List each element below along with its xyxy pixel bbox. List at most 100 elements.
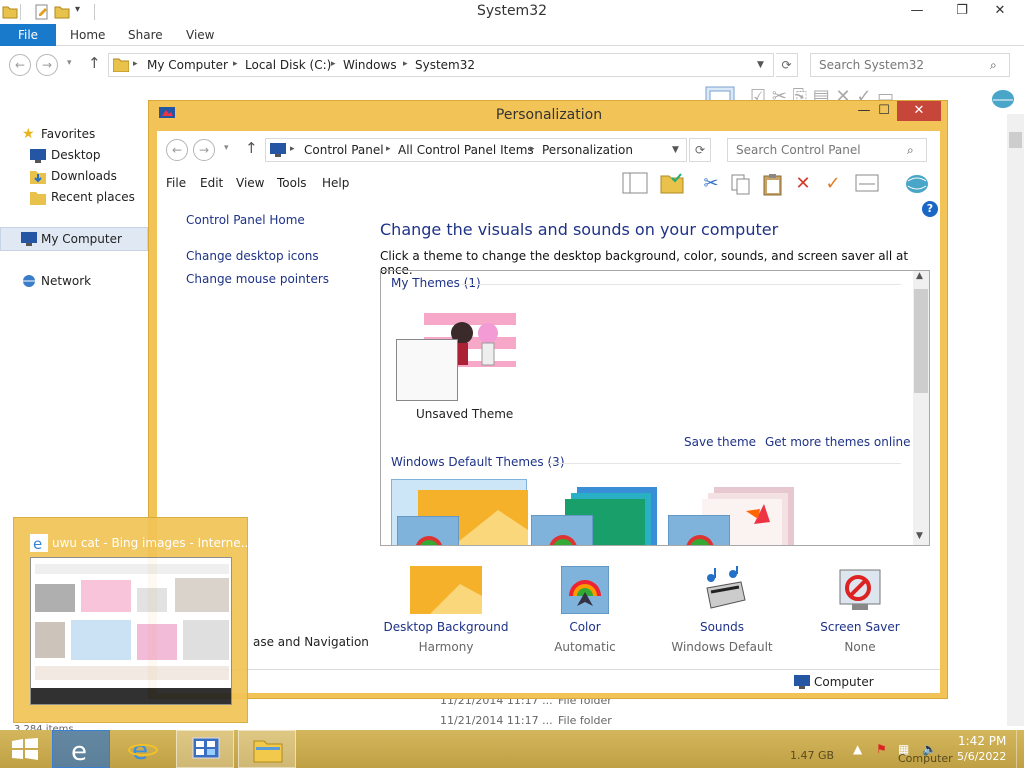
volume-icon[interactable]: 🔈 <box>922 742 937 756</box>
taskbar-control-panel[interactable] <box>176 730 234 768</box>
folder-check-icon[interactable] <box>660 172 684 194</box>
theme-tile-flowers[interactable] <box>668 479 804 545</box>
back-button[interactable]: ← <box>166 139 188 161</box>
color-link[interactable]: Color <box>515 620 655 634</box>
themes-scrollbar-thumb[interactable] <box>914 289 928 393</box>
theme-tile-windows[interactable] <box>391 479 528 545</box>
chevron-up-icon[interactable]: ▲ <box>853 742 862 756</box>
control-panel-search-input[interactable]: Search Control Panel <box>727 138 927 162</box>
taskbar-internet-explorer-active[interactable]: e <box>52 730 110 768</box>
menu-help[interactable]: Help <box>322 176 349 190</box>
tab-home[interactable]: Home <box>70 24 105 46</box>
file-tab[interactable]: File <box>0 24 56 46</box>
save-theme-link[interactable]: Save theme <box>684 435 756 449</box>
delete-icon[interactable]: ✕ <box>791 172 815 196</box>
up-button[interactable]: ↑ <box>245 139 258 157</box>
close-button[interactable]: ✕ <box>897 101 941 121</box>
theme-tile-lines[interactable] <box>531 479 667 545</box>
forward-button[interactable]: → <box>193 139 215 161</box>
network-icon <box>23 275 35 287</box>
paste-icon[interactable] <box>761 172 785 196</box>
menu-file[interactable]: File <box>166 176 186 190</box>
svg-text:e: e <box>71 737 87 764</box>
crumb-local-disk[interactable]: Local Disk (C:) <box>245 58 331 72</box>
up-button[interactable]: ↑ <box>88 54 101 72</box>
desktop-background-link[interactable]: Desktop Background <box>376 620 516 634</box>
nav-network[interactable]: Network <box>41 274 91 288</box>
maximize-button[interactable]: ☐ <box>867 101 901 121</box>
preview-pane-icon[interactable] <box>622 172 648 194</box>
menu-edit[interactable]: Edit <box>200 176 223 190</box>
chevron-down-icon[interactable]: ▼ <box>757 60 764 70</box>
clock-date[interactable]: 5/6/2022 <box>957 750 1006 763</box>
tab-view[interactable]: View <box>186 24 214 46</box>
restore-button[interactable]: ❐ <box>945 0 979 22</box>
refresh-button[interactable]: ⟳ <box>689 138 711 162</box>
chevron-right-icon: ▸ <box>403 59 408 69</box>
recent-locations-icon[interactable]: ▾ <box>224 143 229 153</box>
chevron-down-icon[interactable]: ▼ <box>672 145 679 155</box>
taskbar-file-explorer[interactable] <box>238 730 296 768</box>
file-row-type: File folder <box>558 714 612 727</box>
browser-page-thumbnail <box>31 558 231 704</box>
nav-my-computer[interactable]: My Computer <box>41 232 122 246</box>
explorer-scrollbar[interactable] <box>1007 114 1024 726</box>
sounds-link[interactable]: Sounds <box>652 620 792 634</box>
minimize-button[interactable]: — <box>900 0 934 22</box>
color-item[interactable] <box>560 565 610 615</box>
themes-list: My Themes (1) Unsaved Theme Save theme G… <box>380 270 930 546</box>
ease-of-access-link[interactable]: ase and Navigation <box>253 635 369 649</box>
control-panel-icon <box>192 737 220 759</box>
sounds-item[interactable] <box>699 566 749 616</box>
refresh-button[interactable]: ⟳ <box>776 53 798 77</box>
crumb-all-items[interactable]: All Control Panel Items <box>398 143 534 157</box>
close-button[interactable]: ✕ <box>980 0 1020 22</box>
crumb-windows[interactable]: Windows <box>343 58 397 72</box>
help-icon[interactable]: ? <box>922 201 938 217</box>
globe-icon[interactable] <box>990 86 1016 110</box>
change-mouse-pointers-link[interactable]: Change mouse pointers <box>186 272 329 286</box>
nav-recent-places[interactable]: Recent places <box>51 190 135 204</box>
pers-address-bar[interactable]: ▸ Control Panel ▸ All Control Panel Item… <box>265 138 687 162</box>
start-button[interactable] <box>12 738 38 760</box>
back-button[interactable]: ← <box>9 54 31 76</box>
globe-icon[interactable] <box>904 171 930 195</box>
desktop-background-item[interactable] <box>410 566 482 616</box>
search-input[interactable]: Search System32 <box>810 53 1010 77</box>
properties-icon[interactable] <box>855 174 879 192</box>
recent-locations-icon[interactable]: ▾ <box>67 58 72 68</box>
status-computer: Computer <box>814 675 874 689</box>
chevron-right-icon: ▸ <box>133 59 138 69</box>
show-desktop-button[interactable] <box>1016 730 1024 768</box>
ie-taskbar-preview[interactable]: e uwu cat - Bing images - Interne... <box>13 517 252 723</box>
crumb-control-panel[interactable]: Control Panel <box>304 143 384 157</box>
menu-view[interactable]: View <box>236 176 264 190</box>
action-center-icon[interactable]: ⚑ <box>876 742 887 756</box>
crumb-my-computer[interactable]: My Computer <box>147 58 228 72</box>
cut-icon[interactable]: ✂ <box>699 172 723 196</box>
nav-favorites[interactable]: Favorites <box>41 127 95 141</box>
unsaved-theme-tile[interactable] <box>396 313 526 413</box>
unsaved-theme-label: Unsaved Theme <box>416 407 514 421</box>
screen-saver-item[interactable] <box>836 566 884 614</box>
taskbar-internet-explorer[interactable]: e <box>114 730 172 768</box>
sounds-icon <box>706 566 746 609</box>
forward-button[interactable]: → <box>36 54 58 76</box>
change-desktop-icons-link[interactable]: Change desktop icons <box>186 249 319 263</box>
explorer-address-bar[interactable]: ▸ My Computer ▸ Local Disk (C:) ▸ Window… <box>108 53 774 77</box>
crumb-personalization[interactable]: Personalization <box>542 143 633 157</box>
nav-desktop[interactable]: Desktop <box>51 148 101 162</box>
nav-downloads[interactable]: Downloads <box>51 169 117 183</box>
tab-share[interactable]: Share <box>128 24 163 46</box>
control-panel-home-link[interactable]: Control Panel Home <box>186 213 305 227</box>
checkmark-icon[interactable]: ✓ <box>821 172 845 196</box>
ie-preview-thumbnail <box>30 557 232 705</box>
clock-time[interactable]: 1:42 PM <box>958 734 1006 748</box>
copy-icon[interactable] <box>729 172 753 196</box>
get-more-themes-link[interactable]: Get more themes online <box>765 435 911 449</box>
menu-tools[interactable]: Tools <box>277 176 307 190</box>
crumb-system32[interactable]: System32 <box>415 58 475 72</box>
theme-color-swatch <box>396 339 458 401</box>
page-title: Change the visuals and sounds on your co… <box>380 220 779 239</box>
screen-saver-link[interactable]: Screen Saver <box>790 620 930 634</box>
